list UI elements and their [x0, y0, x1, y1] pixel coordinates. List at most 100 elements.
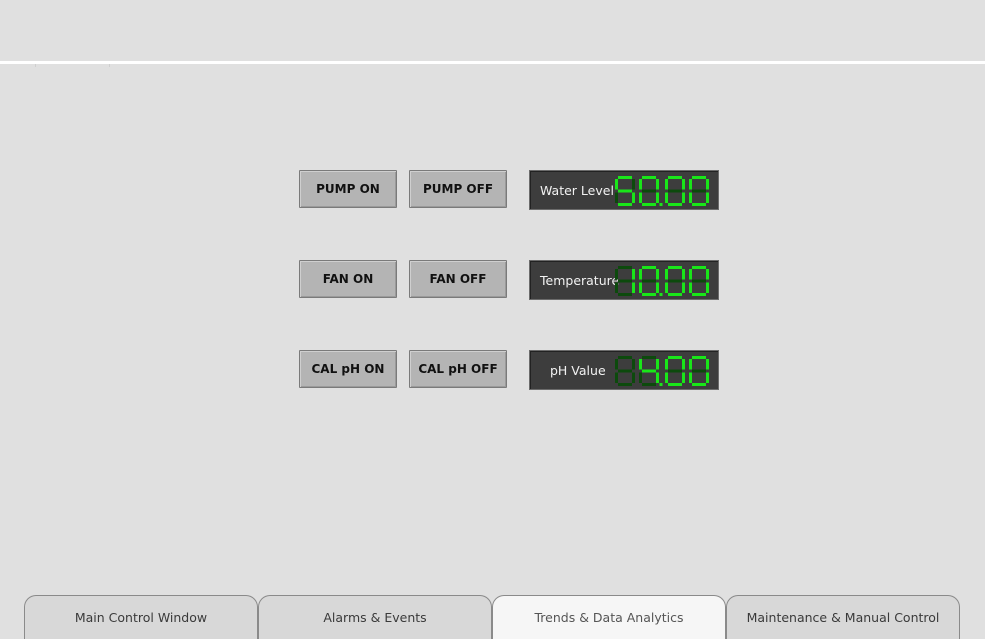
segment-b — [682, 179, 685, 190]
segment-a — [618, 266, 632, 269]
segment-b — [632, 359, 635, 370]
segment-g — [668, 369, 682, 373]
segment-b — [656, 359, 659, 370]
segment-b — [706, 269, 709, 280]
segment-d — [618, 203, 632, 206]
segment-f — [639, 269, 642, 280]
segment-g — [642, 369, 656, 373]
segment-g — [642, 279, 656, 283]
temperature-display: Temperature — [529, 260, 719, 300]
decimal-point — [659, 383, 663, 386]
pump-off-button[interactable]: PUMP OFF — [409, 170, 507, 208]
segment-c — [632, 192, 635, 203]
header-tick — [109, 64, 110, 67]
tab-label: Alarms & Events — [323, 610, 427, 625]
segment-c — [706, 192, 709, 203]
segment-g — [618, 189, 632, 193]
tab-trends-data-analytics[interactable]: Trends & Data Analytics — [492, 595, 726, 639]
ph-value-display: pH Value — [529, 350, 719, 390]
tab-alarms-events[interactable]: Alarms & Events — [258, 595, 492, 639]
tab-main-control-window[interactable]: Main Control Window — [24, 595, 258, 639]
segment-b — [656, 269, 659, 280]
segment-d — [642, 293, 656, 296]
segment-f — [689, 269, 692, 280]
segment-a — [668, 356, 682, 359]
ph-value-value — [615, 356, 709, 386]
cal-ph-off-button[interactable]: CAL pH OFF — [409, 350, 507, 388]
segment-c — [632, 282, 635, 293]
pump-on-button[interactable]: PUMP ON — [299, 170, 397, 208]
segment-c — [682, 282, 685, 293]
segment-g — [692, 279, 706, 283]
temperature-value — [615, 266, 709, 296]
segment-c — [632, 372, 635, 383]
segment-d — [668, 383, 682, 386]
cal-ph-on-button[interactable]: CAL pH ON — [299, 350, 397, 388]
segment-b — [706, 179, 709, 190]
segment-f — [665, 359, 668, 370]
segment-b — [682, 359, 685, 370]
tab-maintenance-manual-control[interactable]: Maintenance & Manual Control — [726, 595, 960, 639]
segment-g — [692, 189, 706, 193]
segment-d — [692, 383, 706, 386]
segment-d — [618, 383, 632, 386]
segment-f — [639, 359, 642, 370]
segment-c — [706, 282, 709, 293]
tab-label: Trends & Data Analytics — [534, 610, 684, 625]
segment-c — [656, 282, 659, 293]
hmi-screen: PUMP ON PUMP OFF Water Level FAN ON FAN … — [0, 0, 985, 639]
segment-e — [689, 282, 692, 293]
fan-on-button[interactable]: FAN ON — [299, 260, 397, 298]
water-level-value — [615, 176, 709, 206]
tab-label: Main Control Window — [74, 610, 208, 625]
segment-c — [706, 372, 709, 383]
segment-e — [665, 282, 668, 293]
segment-e — [689, 372, 692, 383]
segment-d — [642, 383, 656, 386]
segment-e — [639, 192, 642, 203]
segment-c — [682, 192, 685, 203]
segment-e — [665, 372, 668, 383]
header-tick — [35, 64, 36, 67]
temperature-label: Temperature — [540, 272, 620, 288]
segment-a — [668, 266, 682, 269]
header-divider — [0, 61, 985, 64]
segment-e — [615, 192, 618, 203]
segment-e — [689, 192, 692, 203]
segment-d — [618, 293, 632, 296]
segment-a — [642, 176, 656, 179]
segment-f — [665, 269, 668, 280]
segment-a — [668, 176, 682, 179]
segment-g — [668, 189, 682, 193]
decimal-point — [659, 203, 663, 206]
segment-f — [615, 359, 618, 370]
segment-f — [639, 179, 642, 190]
segment-b — [632, 269, 635, 280]
segment-g — [692, 369, 706, 373]
segment-a — [692, 266, 706, 269]
segment-a — [642, 266, 656, 269]
segment-d — [692, 293, 706, 296]
segment-e — [615, 282, 618, 293]
segment-f — [689, 359, 692, 370]
segment-f — [689, 179, 692, 190]
water-level-display: Water Level — [529, 170, 719, 210]
segment-a — [618, 356, 632, 359]
segment-d — [692, 203, 706, 206]
segment-f — [615, 269, 618, 280]
segment-f — [665, 179, 668, 190]
water-level-label: Water Level — [540, 182, 614, 198]
segment-a — [692, 356, 706, 359]
tab-label: Maintenance & Manual Control — [746, 610, 940, 625]
segment-e — [665, 192, 668, 203]
fan-off-button[interactable]: FAN OFF — [409, 260, 507, 298]
segment-g — [642, 189, 656, 193]
segment-b — [682, 269, 685, 280]
segment-b — [706, 359, 709, 370]
segment-d — [668, 203, 682, 206]
segment-c — [656, 372, 659, 383]
segment-d — [668, 293, 682, 296]
segment-f — [615, 179, 618, 190]
segment-a — [618, 176, 632, 179]
segment-g — [668, 279, 682, 283]
